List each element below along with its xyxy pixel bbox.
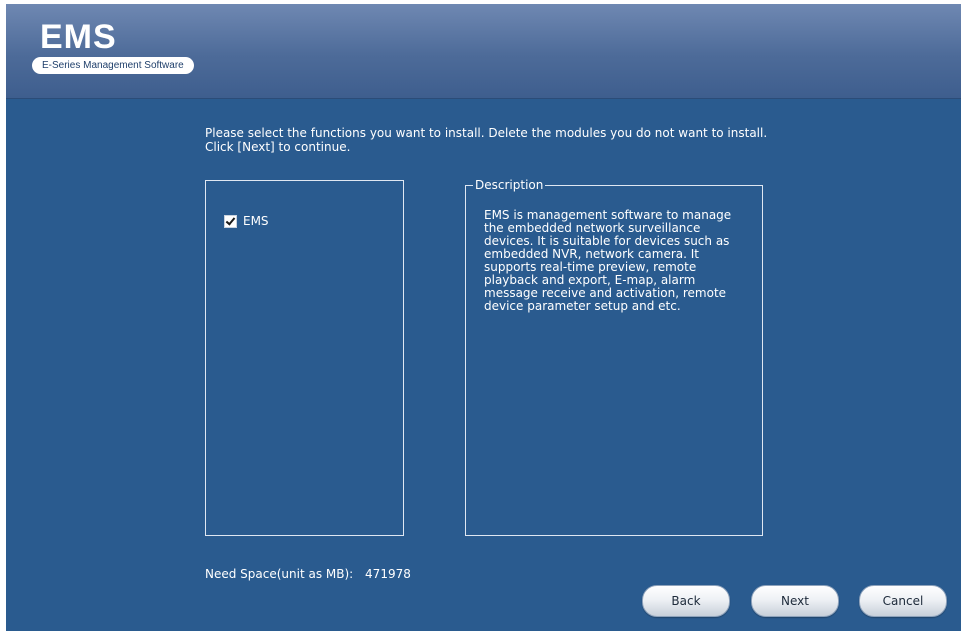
- installer-window: EMS E-Series Management Software Please …: [6, 4, 961, 631]
- cancel-button[interactable]: Cancel: [859, 585, 947, 617]
- instructions-text: Please select the functions you want to …: [205, 126, 768, 154]
- header-banner: EMS E-Series Management Software: [6, 4, 961, 99]
- description-panel: Description EMS is management software t…: [465, 178, 763, 536]
- description-text: EMS is management software to manage the…: [484, 208, 732, 313]
- next-button[interactable]: Next: [751, 585, 839, 617]
- app-logo-subtitle: E-Series Management Software: [32, 57, 194, 74]
- module-list: EMS: [205, 180, 404, 536]
- description-legend: Description: [473, 178, 546, 192]
- module-label: EMS: [243, 214, 269, 228]
- space-required: Need Space(unit as MB): 471978: [205, 567, 411, 581]
- app-logo-title: EMS: [40, 18, 117, 56]
- module-item-ems[interactable]: EMS: [224, 214, 269, 228]
- space-label: Need Space(unit as MB):: [205, 567, 354, 581]
- back-button[interactable]: Back: [642, 585, 730, 617]
- space-value: 471978: [365, 567, 411, 581]
- checkbox-checked-icon[interactable]: [224, 214, 237, 228]
